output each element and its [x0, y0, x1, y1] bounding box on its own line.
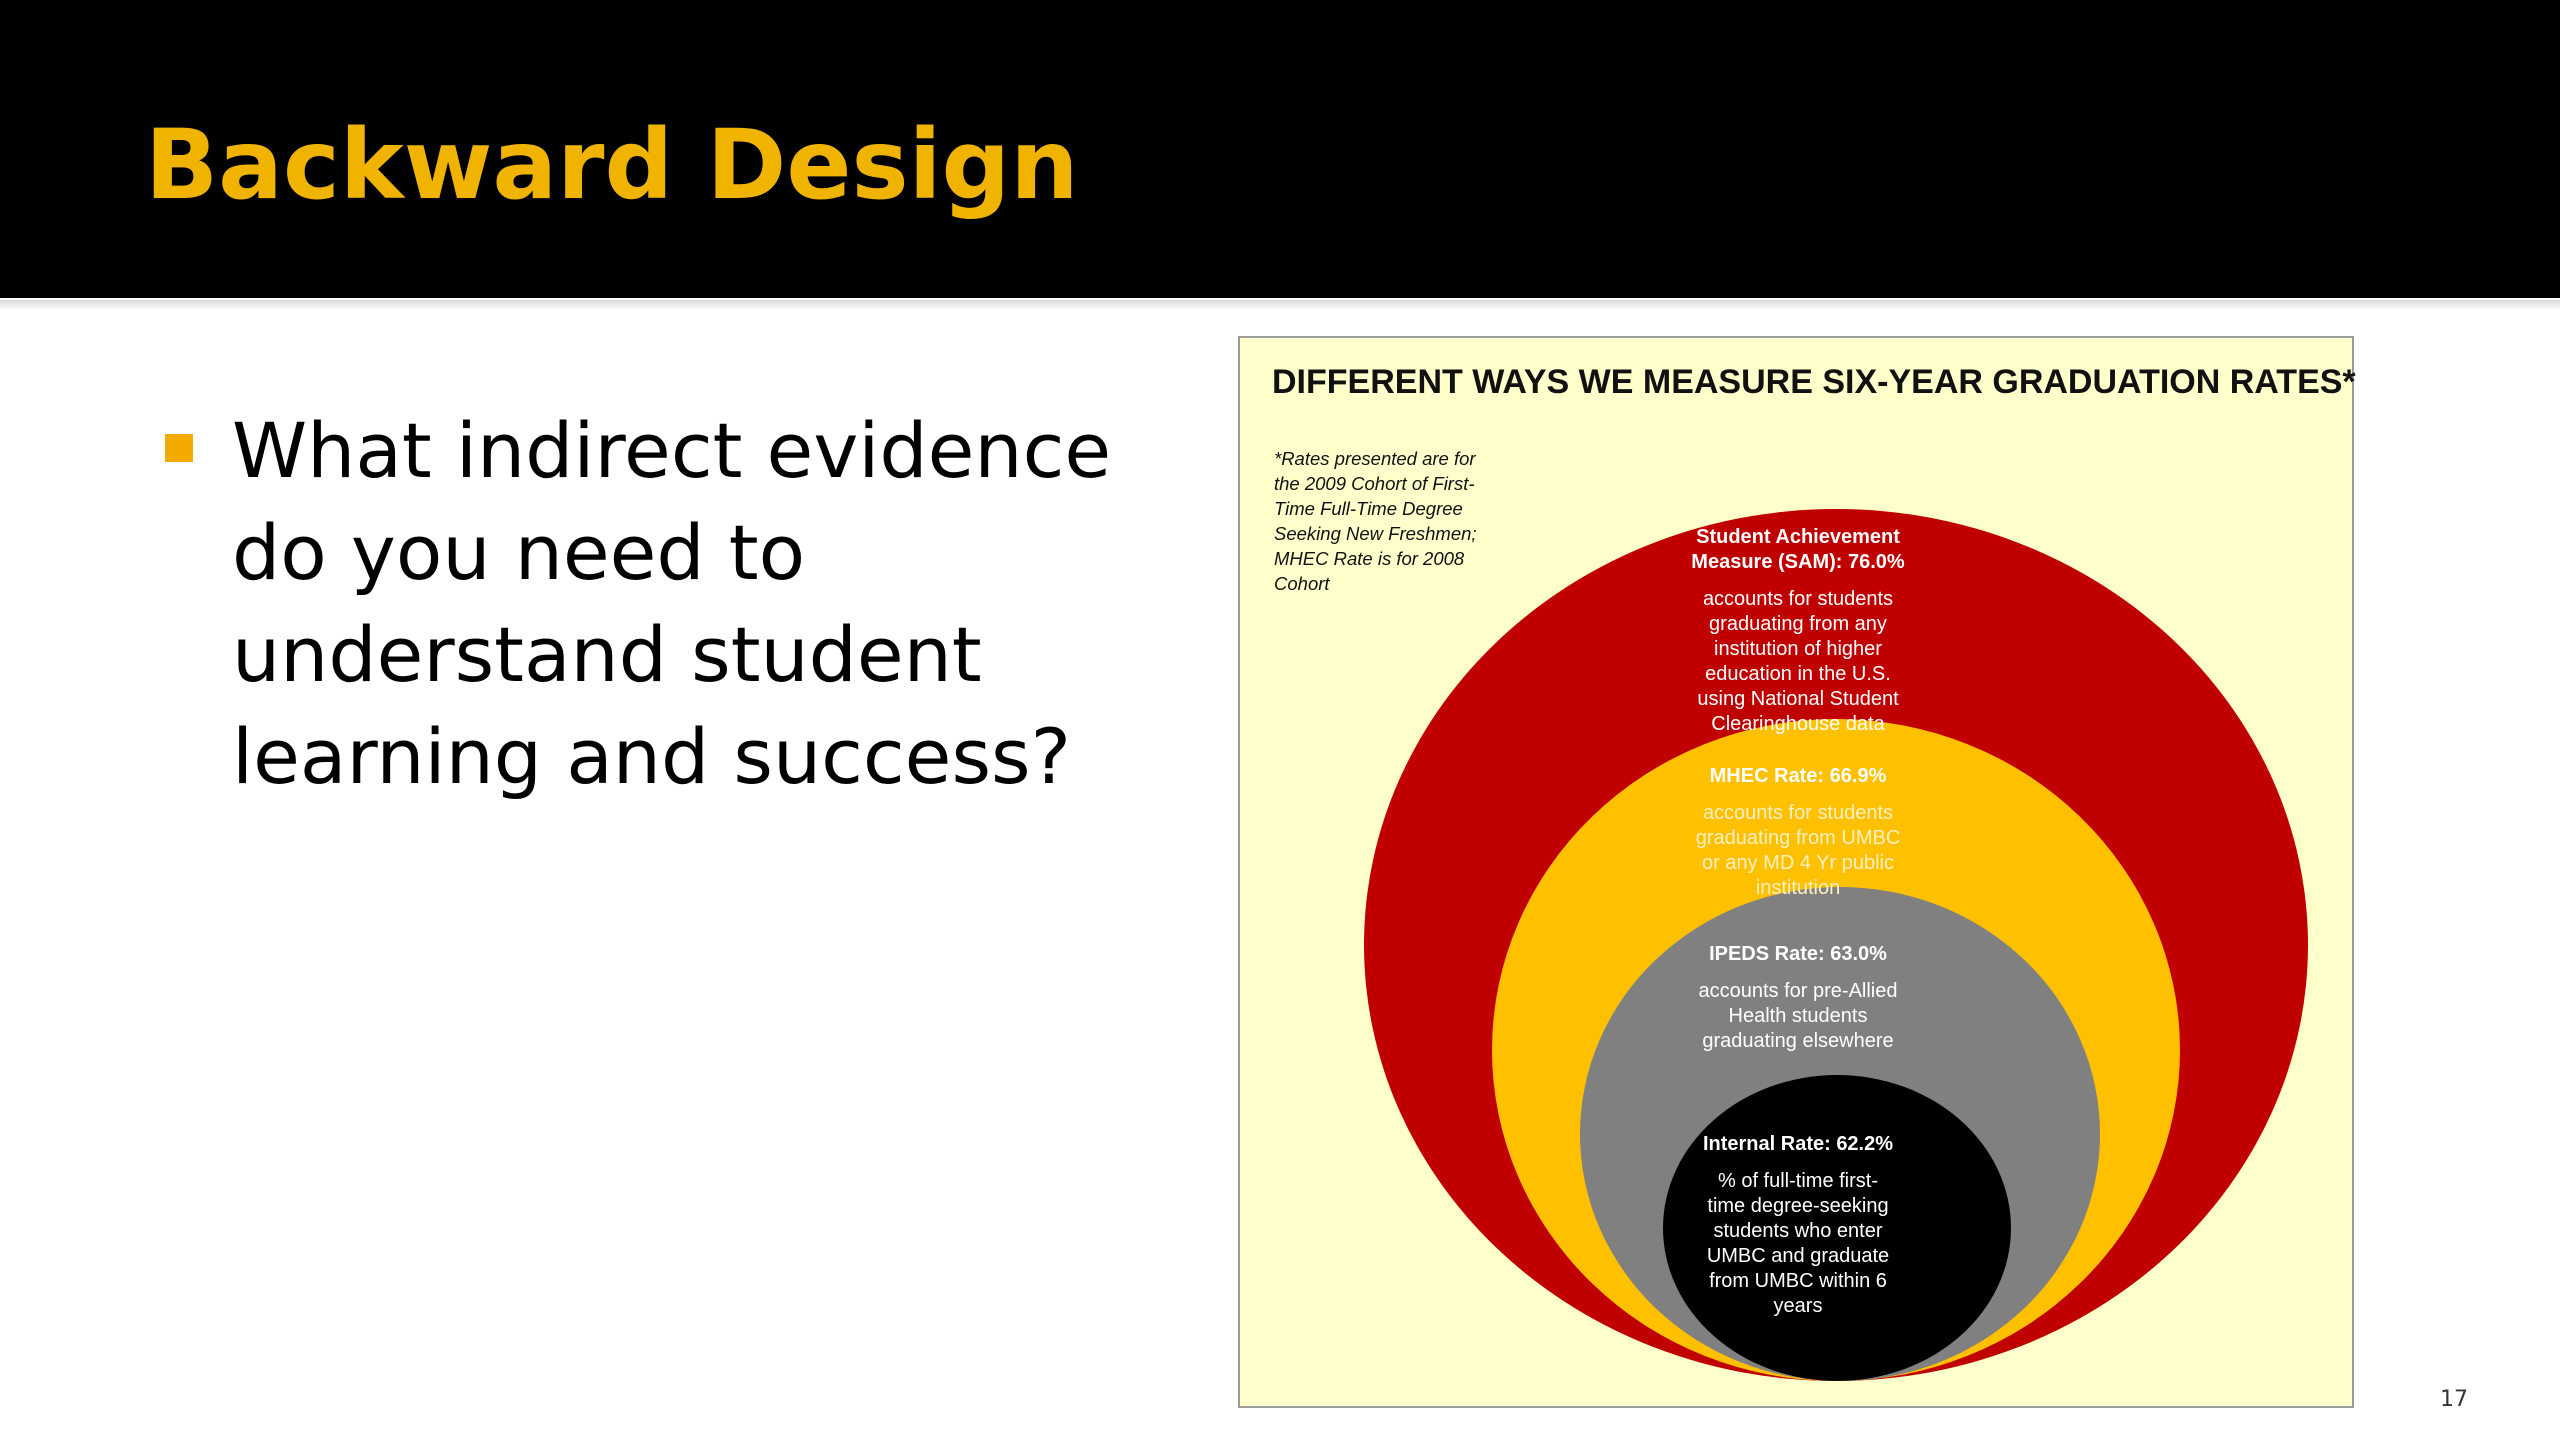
diagram-footnote: *Rates presented are for the 2009 Cohort… — [1274, 448, 1477, 594]
square-bullet-icon — [165, 434, 193, 462]
diagram-heading: DIFFERENT WAYS WE MEASURE SIX-YEAR GRADU… — [1272, 363, 2356, 401]
slide: Backward Design What indirect evidence d… — [0, 0, 2560, 1440]
bullet-text: What indirect evidence do you need to un… — [232, 406, 1112, 801]
ring-internal — [1663, 1075, 2011, 1381]
slide-number: 17 — [2440, 1387, 2468, 1412]
graduation-rates-diagram: DIFFERENT WAYS WE MEASURE SIX-YEAR GRADU… — [1238, 336, 2356, 1408]
header-divider — [0, 300, 2560, 310]
slide-title: Backward Design — [145, 109, 1079, 221]
